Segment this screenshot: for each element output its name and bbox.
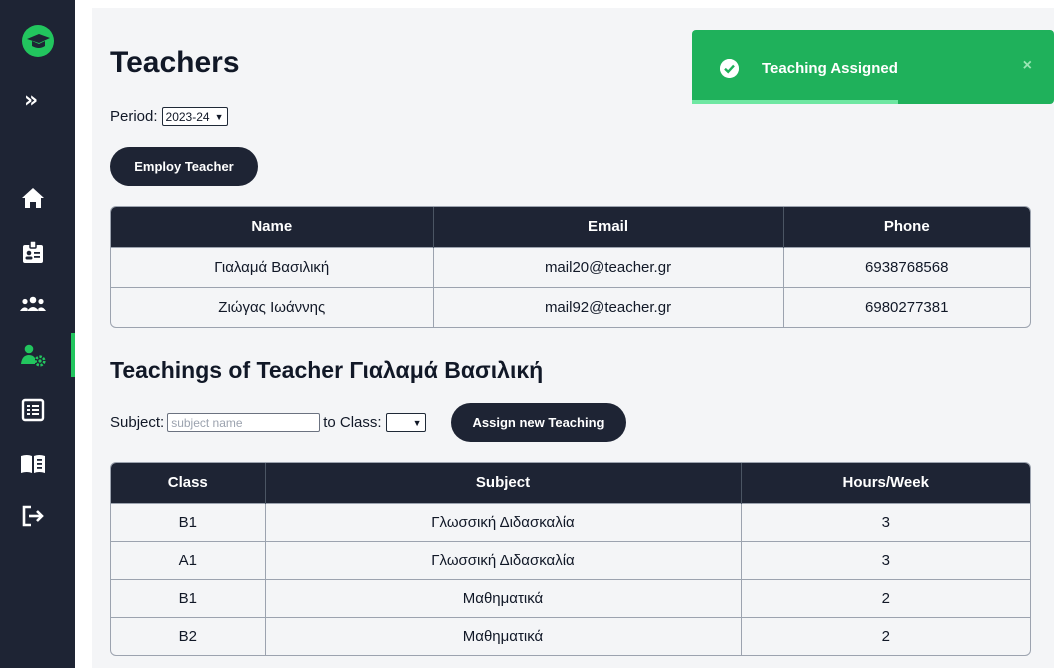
- users-icon: [20, 296, 46, 311]
- book-open-icon: [21, 455, 45, 473]
- assign-teaching-button[interactable]: Assign new Teaching: [451, 403, 626, 442]
- teacher-phone-cell: 6938768568: [782, 246, 1030, 287]
- sidebar: »: [0, 0, 75, 668]
- graduation-cap-logo-icon[interactable]: [21, 24, 55, 58]
- to-class-label: to Class:: [323, 414, 382, 431]
- table-row[interactable]: Γιαλαμά Βασιλική mail20@teacher.gr 69387…: [111, 246, 1030, 287]
- chevron-down-icon: ▼: [214, 111, 224, 122]
- teachers-table: Name Email Phone Γιαλαμά Βασιλική mail20…: [110, 206, 1031, 328]
- subject-cell: Μαθηματικά: [264, 616, 741, 655]
- subject-input[interactable]: [167, 413, 321, 432]
- subject-cell: Γλωσσική Διδασκαλία: [264, 540, 741, 579]
- expand-sidebar-button[interactable]: »: [24, 88, 38, 113]
- table-list-icon: [21, 398, 45, 422]
- teacher-name-cell: Ζιώγας Ιωάννης: [111, 286, 433, 327]
- table-row[interactable]: A1 Γλωσσική Διδασκαλία 3: [111, 540, 1030, 579]
- sidebar-item-subjects[interactable]: [0, 444, 75, 484]
- class-cell: A1: [111, 540, 265, 579]
- sidebar-item-students[interactable]: [0, 232, 75, 272]
- sidebar-item-schedule[interactable]: [0, 390, 75, 430]
- sidebar-item-logout[interactable]: [0, 496, 75, 536]
- chevron-down-icon: ▼: [412, 417, 422, 428]
- user-gear-icon: [21, 344, 46, 367]
- check-circle-icon: [720, 59, 739, 78]
- column-header-subject[interactable]: Subject: [264, 463, 741, 503]
- subject-cell: Μαθηματικά: [264, 578, 741, 617]
- period-select[interactable]: 2023-24 ▼: [161, 107, 228, 126]
- assign-teaching-form: Subject: to Class: ▼: [110, 413, 426, 432]
- toast-message: Teaching Assigned: [762, 60, 898, 77]
- teacher-name-cell: Γιαλαμά Βασιλική: [111, 246, 433, 287]
- teachings-section-title: Teachings of Teacher Γιαλαμά Βασιλική: [110, 357, 544, 383]
- home-icon: [22, 188, 44, 208]
- hours-cell: 3: [740, 540, 1030, 579]
- success-toast[interactable]: Teaching Assigned ×: [692, 30, 1054, 104]
- table-row[interactable]: B1 Μαθηματικά 2: [111, 578, 1030, 617]
- table-row[interactable]: Ζιώγας Ιωάννης mail92@teacher.gr 6980277…: [111, 286, 1030, 327]
- sidebar-item-home[interactable]: [0, 178, 75, 218]
- class-cell: B2: [111, 616, 265, 655]
- period-select-value: 2023-24: [165, 109, 210, 124]
- column-header-phone[interactable]: Phone: [782, 207, 1030, 247]
- id-badge-icon: [23, 240, 43, 263]
- subject-cell: Γλωσσική Διδασκαλία: [264, 502, 741, 541]
- teacher-email-cell: mail92@teacher.gr: [432, 286, 783, 327]
- subject-label: Subject:: [110, 414, 165, 431]
- period-label: Period:: [110, 108, 158, 125]
- table-row[interactable]: B2 Μαθηματικά 2: [111, 616, 1030, 655]
- period-filter: Period: 2023-24 ▼: [110, 107, 228, 126]
- class-cell: B1: [111, 502, 265, 541]
- hours-cell: 2: [740, 616, 1030, 655]
- teacher-phone-cell: 6980277381: [782, 286, 1030, 327]
- column-header-name[interactable]: Name: [111, 207, 433, 247]
- teachings-table: Class Subject Hours/Week B1 Γλωσσική Διδ…: [110, 462, 1031, 656]
- employ-teacher-button[interactable]: Employ Teacher: [110, 147, 258, 186]
- page-title: Teachers: [110, 46, 240, 79]
- class-select[interactable]: ▼: [385, 413, 426, 432]
- sidebar-item-users[interactable]: [0, 284, 75, 324]
- toast-progress-bar: [692, 100, 899, 104]
- column-header-email[interactable]: Email: [432, 207, 783, 247]
- class-cell: B1: [111, 578, 265, 617]
- sidebar-item-teachers[interactable]: [0, 333, 75, 377]
- hours-cell: 3: [740, 502, 1030, 541]
- column-header-hours[interactable]: Hours/Week: [740, 463, 1030, 503]
- logout-icon: [22, 505, 44, 527]
- hours-cell: 2: [740, 578, 1030, 617]
- column-header-class[interactable]: Class: [111, 463, 265, 503]
- table-row[interactable]: B1 Γλωσσική Διδασκαλία 3: [111, 502, 1030, 541]
- toast-close-button[interactable]: ×: [1023, 57, 1032, 75]
- teacher-email-cell: mail20@teacher.gr: [432, 246, 783, 287]
